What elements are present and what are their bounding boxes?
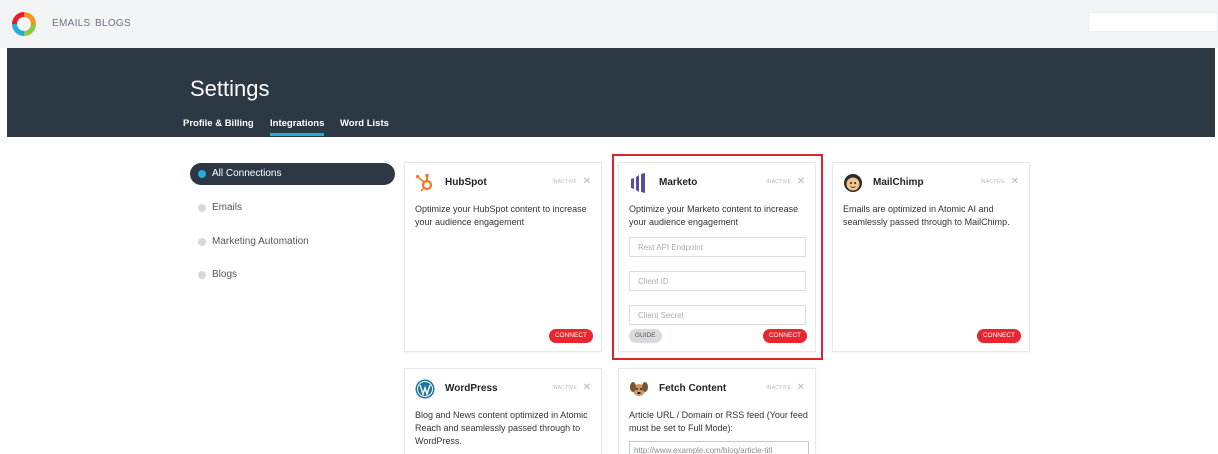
status-badge: INACTIVE [766,385,791,391]
card-title: Marketo [659,177,698,188]
status-dot-icon [198,170,206,178]
rest-api-endpoint-input[interactable] [629,237,806,257]
close-icon[interactable]: ✕ [797,382,805,393]
settings-header: Settings Profile & Billing Integrations … [7,48,1215,137]
marketo-bars-icon [631,173,645,193]
card-header: HubSpot INACTIVE ✕ [415,173,591,193]
client-id-input[interactable] [629,271,806,291]
status-dot-icon [198,204,206,212]
card-header: MailChimp INACTIVE ✕ [843,173,1019,193]
sidebar-item-marketing-automation[interactable]: Marketing Automation [190,231,395,253]
card-title: MailChimp [873,177,924,188]
mailchimp-freddie-icon [844,174,862,192]
sidebar-item-label: Marketing Automation [212,236,309,247]
sidebar-item-blogs[interactable]: Blogs [190,264,395,286]
status-badge: INACTIVE [552,385,577,391]
integration-card-wordpress: WordPress INACTIVE ✕ Blog and News conte… [404,368,602,454]
guide-button[interactable]: GUIDE [629,329,662,343]
card-description: Emails are optimized in Atomic AI and se… [843,204,1010,227]
sidebar-item-label: Blogs [212,269,238,280]
wordpress-icon [415,379,435,399]
close-icon[interactable]: ✕ [1011,176,1019,187]
card-description: Blog and News content optimized in Atomi… [415,410,588,446]
card-description: Optimize your HubSpot content to increas… [415,204,587,227]
connect-button[interactable]: CONNECT [762,329,807,343]
card-title: WordPress [445,383,498,394]
sidebar-item-emails[interactable]: Emails [190,197,395,219]
sidebar-item-label: All Connections [212,168,282,179]
card-description: Optimize your Marketo content to increas… [629,204,799,227]
sidebar-item-label: Emails [212,202,243,213]
close-icon[interactable]: ✕ [797,176,805,187]
client-secret-input[interactable] [629,305,806,325]
status-badge: INACTIVE [552,179,577,185]
card-header: Fetch Content INACTIVE ✕ [629,379,805,399]
tab-profile-billing[interactable]: Profile & Billing [183,118,254,129]
app-logo-icon[interactable] [12,12,36,36]
card-description: Article URL / Domain or RSS feed (Your f… [629,410,808,433]
integration-card-mailchimp: MailChimp INACTIVE ✕ Emails are optimize… [832,162,1030,352]
status-dot-icon [198,271,206,279]
integration-card-marketo: Marketo INACTIVE ✕ Optimize your Marketo… [618,162,816,352]
card-header: Marketo INACTIVE ✕ [629,173,805,193]
tab-word-lists[interactable]: Word Lists [340,118,389,129]
close-icon[interactable]: ✕ [583,382,591,393]
nav-link-emails[interactable]: EMAILS [52,18,90,29]
integration-card-hubspot: HubSpot INACTIVE ✕ Optimize your HubSpot… [404,162,602,352]
card-title: HubSpot [445,177,487,188]
connect-button[interactable]: CONNECT [976,329,1021,343]
nav-link-blogs[interactable]: BLOGS [95,18,131,29]
feed-url-input[interactable] [629,441,809,454]
sidebar-item-all-connections[interactable]: All Connections [190,163,395,185]
integration-card-fetch-content: Fetch Content INACTIVE ✕ Article URL / D… [618,368,816,454]
status-dot-icon [198,238,206,246]
search-box[interactable] [1088,12,1218,32]
tab-integrations[interactable]: Integrations [270,118,325,136]
status-badge: INACTIVE [766,179,791,185]
fetch-dog-icon [630,382,648,396]
close-icon[interactable]: ✕ [583,176,591,187]
card-title: Fetch Content [659,383,727,394]
card-header: WordPress INACTIVE ✕ [415,379,591,399]
status-badge: INACTIVE [980,179,1005,185]
top-navigation: EMAILS BLOGS [0,0,1218,48]
connect-button[interactable]: CONNECT [548,329,593,343]
hubspot-sprocket-icon [415,173,433,192]
page-title: Settings [190,76,270,101]
